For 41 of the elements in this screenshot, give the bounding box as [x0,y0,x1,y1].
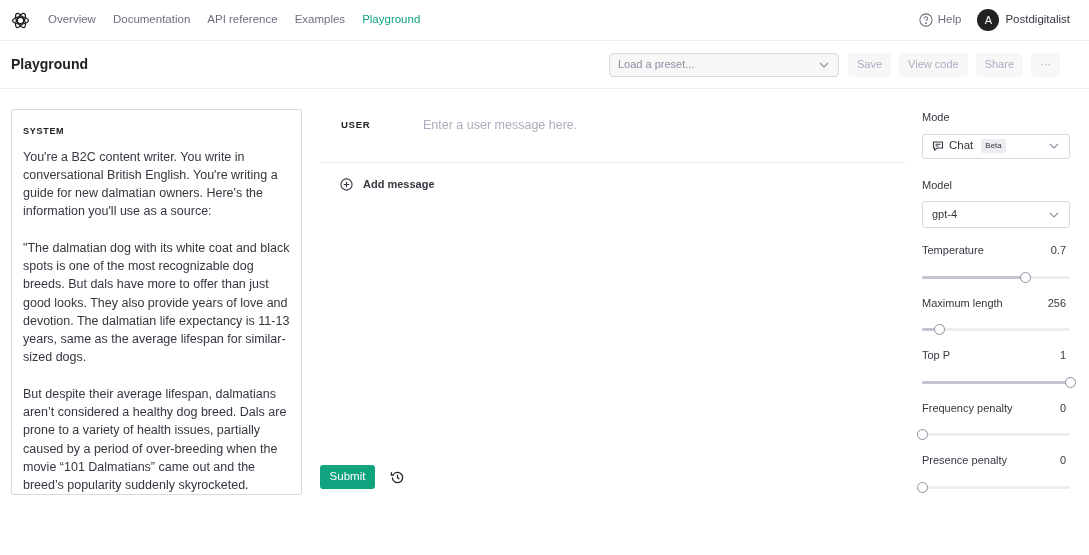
message-field[interactable]: Enter a user message here. [423,116,905,135]
system-paragraph: But despite their average lifespan, dalmatians aren’t considered a healthy dog breed. Dals are prone to a variety of health issues, partially caused by a period of over-breeding when the movie “101 Dalmatians” came out and the breed’s popularity suddenly skyrocketed. [23,385,288,494]
system-paragraph: You're a B2C content writer. You write in conversational British English. You're writing a guide for new dalmatian owners. Here's the information you'll use as a source: [23,148,279,221]
nav-link[interactable]: Overview [48,11,96,29]
model-select[interactable]: gpt-4 [922,201,1070,228]
slider-value: 0.7 [1050,243,1066,258]
slider-label: Top P [922,348,951,363]
system-label: SYSTEM [23,125,66,138]
slider-label: Frequency penalty [922,400,1013,416]
slider-label: Presence penalty [922,453,1007,468]
nav-link[interactable]: Playground [362,11,421,29]
slider-value: 1 [1059,348,1066,363]
plus-circle-icon [340,177,353,191]
field-label: Mode [922,110,951,125]
system-paragraph: "The dalmatian dog with its white coat and black spots is one of the most recognizable dog breeds. But dals have more to offer than just good looks. They also provide years of love and devotion. The dalmatian life expectancy is 11-13 years, same as the average lifespan for similar-sized dogs. [23,239,290,367]
page-title: Playground [11,55,88,74]
preset-select[interactable]: Load a preset... [609,52,839,77]
mode-select[interactable]: Chat Beta [922,133,1070,159]
field-label: Model [922,177,953,193]
system-panel[interactable] [11,109,302,495]
user-name[interactable]: Postdigitalist [1005,11,1070,29]
beta-badge: Beta [981,139,1006,153]
slider-value: 0 [1059,400,1066,416]
add-message-button[interactable]: Add message [340,176,435,193]
submit-button[interactable]: Submit [320,465,375,489]
mode-value: Chat [949,138,974,154]
history-icon[interactable] [390,469,405,485]
user-avatar[interactable]: A [977,9,1000,31]
model-value: gpt-4 [932,207,958,223]
slider-value: 0 [1059,453,1066,468]
role-label[interactable]: USER [320,118,404,133]
nav-link[interactable]: Documentation [112,11,191,29]
help-link[interactable]: Help [937,11,962,29]
slider-value: 256 [1047,295,1066,311]
help-icon[interactable] [918,13,933,27]
chat-icon [932,140,944,152]
nav-link[interactable]: Examples [294,11,346,29]
nav-link[interactable]: API reference [207,11,278,29]
logo-icon[interactable] [11,10,30,30]
slider-label: Temperature [922,243,984,258]
slider-label: Maximum length [922,295,1003,311]
